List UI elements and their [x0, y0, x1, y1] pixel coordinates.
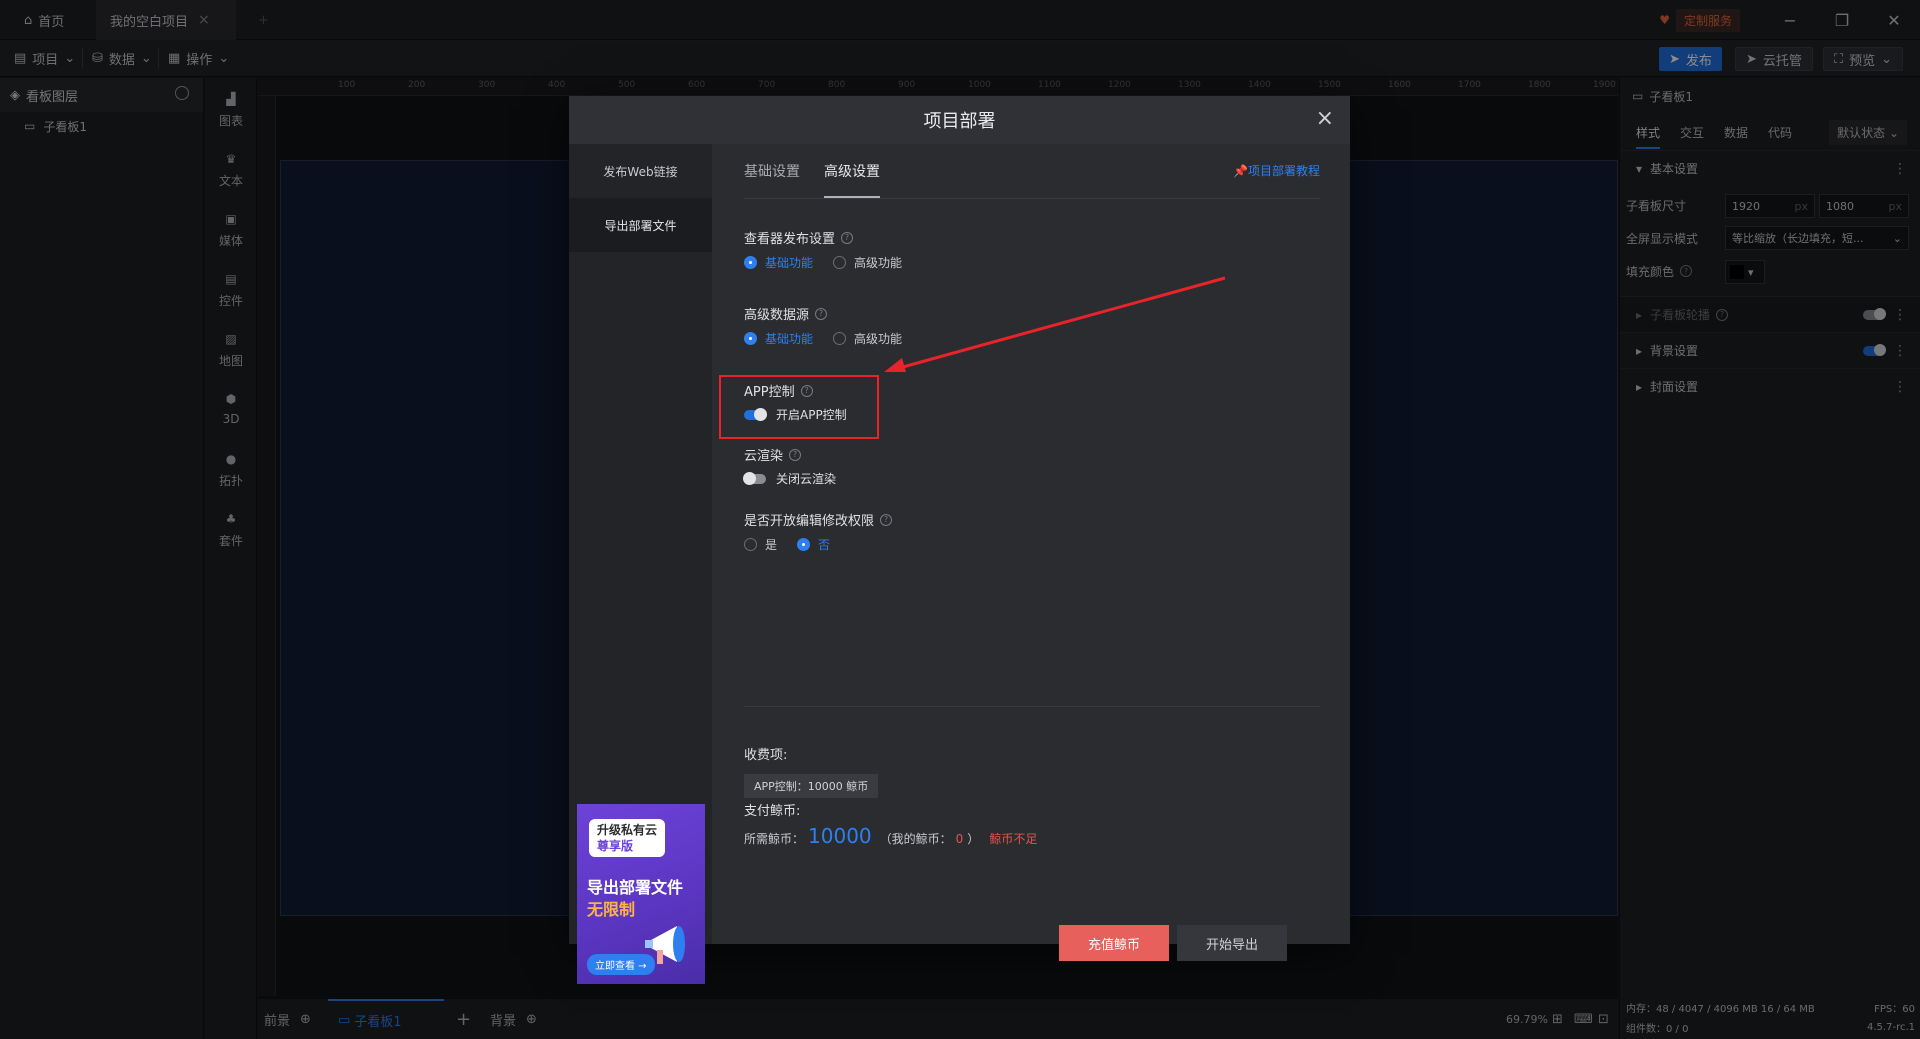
insufficient-warning: 鲸币不足: [989, 832, 1038, 846]
tab-advanced-settings[interactable]: 高级设置: [824, 144, 880, 198]
viewer-publish-options: 基础功能 高级功能: [744, 254, 902, 271]
deploy-modal: 项目部署 × 发布Web链接 导出部署文件 升级私有云 尊享版 导出部署文件 无…: [569, 96, 1350, 984]
modal-title: 项目部署: [923, 111, 996, 132]
promo-banner[interactable]: 升级私有云 尊享版 导出部署文件 无限制 立即查看 →: [577, 804, 705, 984]
close-icon[interactable]: ×: [1316, 108, 1334, 130]
tab-basic-settings[interactable]: 基础设置: [744, 144, 800, 198]
cloud-render-label: 云渲染?: [744, 445, 802, 464]
side-item-export[interactable]: 导出部署文件: [569, 198, 712, 252]
modal-tabs: 基础设置 高级设置: [744, 144, 880, 198]
viewer-advanced-radio[interactable]: 高级功能: [833, 254, 902, 271]
annotation-arrow-icon: [884, 276, 1226, 372]
edit-permission-options: 是 否: [744, 536, 830, 553]
modal-header: 项目部署 ×: [569, 96, 1350, 144]
cloud-render-switch-row: 关闭云渲染: [743, 470, 836, 487]
promo-title: 导出部署文件: [587, 878, 684, 897]
promo-subtitle: 无限制: [587, 900, 636, 919]
tutorial-link[interactable]: 📌项目部署教程: [1233, 162, 1320, 179]
help-icon[interactable]: ?: [815, 307, 828, 320]
annotation-highlight-box: [719, 375, 879, 439]
modal-sidebar: 发布Web链接 导出部署文件 升级私有云 尊享版 导出部署文件 无限制 立即查看…: [569, 144, 712, 984]
source-basic-radio[interactable]: 基础功能: [744, 330, 813, 347]
help-icon[interactable]: ?: [841, 231, 854, 244]
side-item-web-link[interactable]: 发布Web链接: [569, 144, 712, 198]
pay-summary: 所需鲸币： 10000 （我的鲸币： 0） 鲸币不足: [744, 824, 1038, 848]
modal-body: 基础设置 高级设置 📌项目部署教程 查看器发布设置? 基础功能 高级功能 高级数…: [712, 144, 1350, 961]
edit-permission-label: 是否开放编辑修改权限?: [744, 510, 893, 529]
cloud-render-switch[interactable]: [743, 471, 766, 485]
adv-source-options: 基础功能 高级功能: [744, 330, 902, 347]
edit-yes-radio[interactable]: 是: [744, 536, 777, 553]
promo-pill: 升级私有云 尊享版: [589, 819, 666, 857]
fee-label: 收费项:: [744, 748, 788, 763]
help-icon[interactable]: ?: [880, 513, 893, 526]
my-coins: 0: [955, 832, 964, 846]
edit-no-radio[interactable]: 否: [797, 536, 830, 553]
help-icon[interactable]: ?: [789, 448, 802, 461]
pay-label: 支付鲸币:: [744, 804, 801, 819]
required-coins: 10000: [808, 824, 872, 848]
adv-source-label: 高级数据源?: [744, 304, 828, 323]
viewer-basic-radio[interactable]: 基础功能: [744, 254, 813, 271]
megaphone-icon: [645, 926, 685, 964]
start-export-button[interactable]: 开始导出: [1177, 925, 1287, 961]
pin-icon: 📌: [1233, 164, 1248, 178]
recharge-button[interactable]: 充值鲸币: [1059, 925, 1169, 961]
fee-tag: APP控制：10000 鲸币: [744, 774, 879, 798]
viewer-publish-label: 查看器发布设置?: [744, 228, 854, 247]
